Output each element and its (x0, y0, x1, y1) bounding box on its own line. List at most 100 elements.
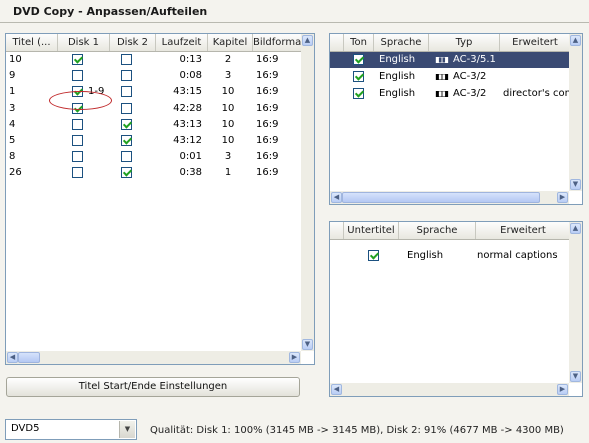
audio-track-checkbox[interactable] (353, 71, 364, 82)
disk1-checkbox[interactable] (72, 70, 83, 82)
audio-vertical-scrollbar[interactable]: ▲ ▼ (569, 34, 582, 191)
subtitle-track-checkbox[interactable] (368, 250, 379, 261)
audio-track-checkbox[interactable] (353, 88, 364, 99)
erweitert-cell (503, 69, 571, 85)
table-row[interactable]: 9 0:08 3 16:9 (6, 68, 303, 84)
header-divider (0, 22, 589, 23)
disk2-checkbox[interactable] (121, 167, 132, 179)
laufzeit-cell: 0:13 (179, 54, 202, 65)
scroll-down-icon[interactable]: ▼ (570, 371, 581, 382)
scroll-up-icon[interactable]: ▲ (570, 35, 581, 46)
scroll-right-icon[interactable]: ▶ (557, 192, 568, 203)
titel-cell: 5 (9, 135, 16, 146)
sprache-cell: English (379, 88, 416, 99)
sprache-cell: English (379, 71, 416, 82)
target-disc-select[interactable]: DVD5 ▼ (5, 419, 137, 440)
subtitle-horizontal-scrollbar[interactable]: ◀ ▶ (330, 383, 569, 396)
scroll-down-icon[interactable]: ▼ (570, 179, 581, 190)
disk2-checkbox[interactable] (121, 86, 132, 98)
col-header-bildformat[interactable]: Bildformat (253, 34, 303, 51)
kapitel-cell: 3 (224, 151, 232, 163)
window-title: DVD Copy - Anpassen/Aufteilen (13, 5, 208, 18)
col-header-spacer (330, 222, 344, 239)
scroll-left-icon[interactable]: ◀ (331, 384, 342, 395)
kapitel-cell: 10 (221, 118, 235, 130)
disk2-checkbox[interactable] (121, 135, 132, 146)
titel-cell: 10 (9, 54, 22, 65)
kapitel-cell: 2 (224, 54, 232, 65)
sprache-cell: English (407, 250, 444, 261)
dolby-digital-icon: ◧◨ (435, 55, 449, 64)
col-header-titel[interactable]: Titel (... (6, 34, 58, 51)
erweitert-cell: director's comm (503, 88, 571, 99)
typ-cell: AC-3/2 (453, 88, 487, 99)
erweitert-cell: normal captions (477, 250, 558, 261)
scroll-right-icon[interactable]: ▶ (557, 384, 568, 395)
subtitle-track-row[interactable]: English normal captions (330, 248, 571, 264)
table-row[interactable]: 8 0:01 3 16:9 (6, 149, 303, 165)
col-header-disk1[interactable]: Disk 1 (58, 34, 110, 51)
scroll-up-icon[interactable]: ▲ (570, 223, 581, 234)
laufzeit-cell: 42:28 (173, 102, 202, 114)
title-start-end-settings-button[interactable]: Titel Start/Ende Einstellungen (6, 377, 300, 397)
disk1-checkbox[interactable] (72, 54, 83, 65)
scroll-thumb[interactable] (18, 352, 40, 363)
erweitert-cell (503, 52, 571, 68)
chevron-down-icon[interactable]: ▼ (119, 421, 135, 438)
kapitel-cell: 1 (224, 167, 232, 179)
audio-table-header: Ton Sprache Typ Erweitert (330, 34, 571, 52)
titel-cell: 3 (9, 102, 16, 114)
col-header-erweitert[interactable]: Erweitert (476, 222, 571, 239)
titel-cell: 4 (9, 118, 16, 130)
disk1-checkbox[interactable] (72, 135, 83, 146)
dolby-digital-icon: ◧◨ (435, 89, 449, 98)
audio-track-checkbox[interactable] (353, 54, 364, 65)
scroll-left-icon[interactable]: ◀ (331, 192, 342, 203)
col-header-typ[interactable]: Typ (429, 34, 500, 51)
col-header-untertitel[interactable]: Untertitel (344, 222, 399, 239)
typ-cell: AC-3/2 (453, 71, 487, 82)
scroll-down-icon[interactable]: ▼ (302, 339, 313, 350)
col-header-disk2[interactable]: Disk 2 (110, 34, 156, 51)
disk1-checkbox[interactable] (72, 151, 83, 163)
audio-table[interactable]: Ton Sprache Typ Erweitert English ◧◨ AC-3/… (329, 33, 583, 205)
audio-horizontal-scrollbar[interactable]: ◀ ▶ (330, 191, 569, 204)
kapitel-cell: 10 (221, 135, 235, 146)
titel-cell: 26 (9, 167, 22, 179)
disk1-checkbox[interactable] (72, 118, 83, 130)
subtitle-vertical-scrollbar[interactable]: ▲ ▼ (569, 222, 582, 383)
disk2-checkbox[interactable] (121, 54, 132, 65)
kapitel-cell: 10 (221, 86, 235, 98)
table-row[interactable]: 5 43:12 10 16:9 (6, 133, 303, 149)
disk2-checkbox[interactable] (121, 118, 132, 130)
disk2-checkbox[interactable] (121, 151, 132, 163)
disk2-checkbox[interactable] (121, 102, 132, 114)
titles-table[interactable]: Titel (... Disk 1 Disk 2 Laufzeit Kapite… (5, 33, 315, 365)
audio-track-row[interactable]: English ◧◨ AC-3/2 director's comm (330, 86, 571, 102)
subtitle-table[interactable]: Untertitel Sprache Erweitert English norm… (329, 221, 583, 397)
scroll-right-icon[interactable]: ▶ (289, 352, 300, 363)
disk1-checkbox[interactable] (72, 167, 83, 179)
col-header-sprache[interactable]: Sprache (399, 222, 476, 239)
audio-track-row[interactable]: English ◧◨ AC-3/5.1 (330, 52, 571, 68)
audio-track-row[interactable]: English ◧◨ AC-3/2 (330, 69, 571, 85)
scroll-left-icon[interactable]: ◀ (7, 352, 18, 363)
quality-status-text: Qualität: Disk 1: 100% (3145 MB -> 3145 … (150, 425, 564, 436)
table-row[interactable]: 4 43:13 10 16:9 (6, 117, 303, 133)
bildformat-cell: 16:9 (256, 86, 279, 98)
titles-horizontal-scrollbar[interactable]: ◀ ▶ (6, 351, 301, 364)
titles-vertical-scrollbar[interactable]: ▲ ▼ (301, 34, 314, 351)
col-header-ton[interactable]: Ton (344, 34, 374, 51)
col-header-laufzeit[interactable]: Laufzeit (156, 34, 208, 51)
table-row[interactable]: 26 0:38 1 16:9 (6, 165, 303, 181)
bildformat-cell: 16:9 (256, 151, 279, 163)
scroll-up-icon[interactable]: ▲ (302, 35, 313, 46)
disk2-checkbox[interactable] (121, 70, 132, 82)
col-header-sprache[interactable]: Sprache (374, 34, 429, 51)
col-header-kapitel[interactable]: Kapitel (208, 34, 253, 51)
table-row[interactable]: 10 0:13 2 16:9 (6, 52, 303, 68)
laufzeit-cell: 43:12 (173, 135, 202, 146)
highlight-ellipse (49, 91, 112, 110)
scroll-thumb[interactable] (342, 192, 540, 203)
col-header-erweitert[interactable]: Erweitert (500, 34, 571, 51)
